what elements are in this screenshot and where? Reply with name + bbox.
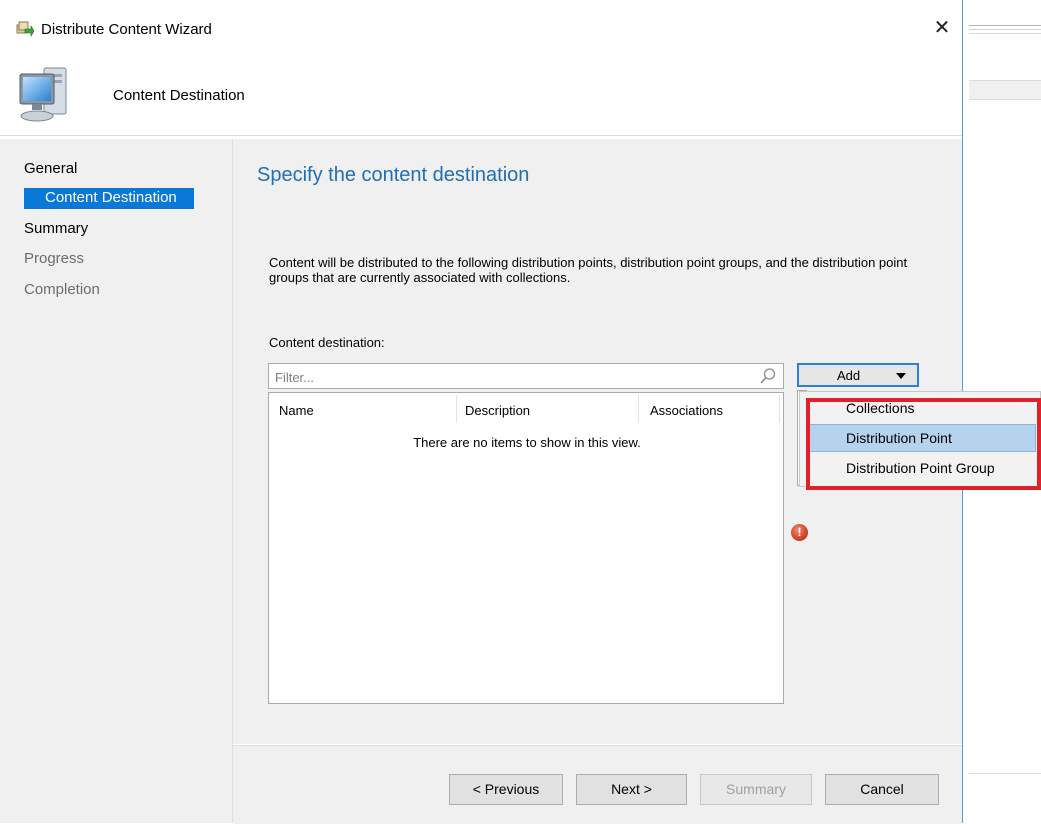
search-icon[interactable] [759, 367, 777, 385]
page-title: Specify the content destination [257, 164, 530, 186]
wizard-header: Content Destination [0, 58, 962, 136]
next-button[interactable]: Next > [576, 774, 687, 805]
add-button-label: Add [837, 368, 861, 383]
page-description: Content will be distributed to the follo… [269, 255, 908, 285]
computer-icon [19, 67, 67, 122]
error-icon: ! [791, 524, 808, 541]
nav-item-summary[interactable]: Summary [24, 220, 88, 237]
empty-list-message: There are no items to show in this view. [413, 435, 641, 450]
menu-item-collections[interactable]: Collections [808, 394, 1036, 422]
column-header-associations[interactable]: Associations [650, 403, 723, 418]
column-divider[interactable] [779, 395, 780, 423]
chevron-down-icon [896, 373, 906, 379]
content-destination-label: Content destination: [269, 335, 385, 350]
nav-item-progress: Progress [24, 250, 85, 267]
column-header-name[interactable]: Name [279, 403, 314, 418]
title-bar: Distribute Content Wizard ✕ [0, 0, 962, 58]
nav-item-general[interactable]: General [24, 160, 77, 177]
close-button[interactable]: ✕ [928, 14, 956, 42]
cancel-button[interactable]: Cancel [825, 774, 939, 805]
add-dropdown-menu: Collections Distribution Point Distribut… [799, 391, 1041, 487]
wizard-window: Distribute Content Wizard ✕ Content Dest… [0, 0, 1041, 824]
menu-item-distribution-point-group[interactable]: Distribution Point Group [808, 454, 1036, 482]
summary-button: Summary [700, 774, 812, 805]
wizard-nav [0, 139, 233, 823]
destination-list[interactable]: Name Description Associations There are … [268, 392, 784, 704]
column-header-description[interactable]: Description [465, 403, 530, 418]
window-title: Distribute Content Wizard [41, 21, 212, 38]
menu-item-distribution-point[interactable]: Distribution Point [808, 424, 1036, 452]
add-dropdown-button[interactable]: Add [797, 363, 919, 387]
previous-button[interactable]: < Previous [449, 774, 563, 805]
nav-item-completion: Completion [24, 281, 100, 298]
filter-input[interactable] [273, 367, 747, 387]
nav-item-content-destination[interactable]: Content Destination [24, 188, 194, 209]
filter-box [268, 363, 784, 389]
header-title: Content Destination [113, 87, 245, 104]
column-divider[interactable] [456, 395, 457, 423]
column-divider[interactable] [638, 395, 639, 423]
nav-item-label: Content Destination [45, 189, 177, 206]
wizard-app-icon [16, 21, 34, 38]
